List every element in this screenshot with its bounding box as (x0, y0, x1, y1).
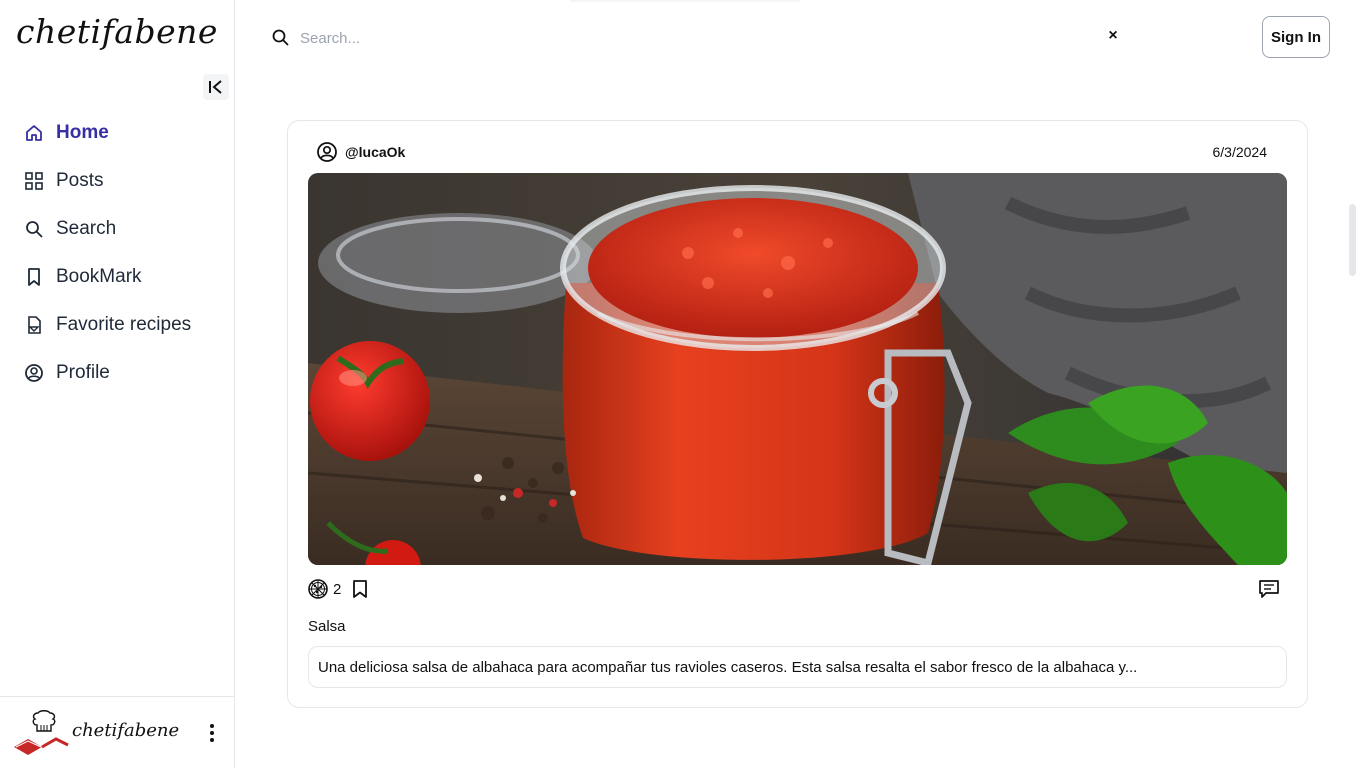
search-icon (271, 28, 291, 48)
search-icon (24, 219, 44, 239)
sidebar-item-home[interactable]: Home (0, 109, 234, 157)
bookmark-icon (24, 267, 44, 287)
post-author[interactable]: @lucaOk (316, 141, 405, 163)
post-title: Salsa (308, 618, 346, 635)
sidebar-item-label: Search (56, 218, 117, 239)
post-actions: 2 (308, 579, 369, 599)
search-input[interactable] (300, 22, 1080, 54)
post-date: 6/3/2024 (1212, 144, 1268, 160)
sign-in-button[interactable]: Sign In (1262, 16, 1330, 58)
home-icon (24, 123, 44, 143)
sidebar-item-label: BookMark (56, 266, 142, 287)
sidebar-item-search[interactable]: Search (0, 205, 234, 253)
comment-icon[interactable] (1258, 578, 1280, 600)
dot-icon (210, 738, 214, 742)
pizza-like-icon[interactable] (308, 579, 328, 599)
clear-search-button[interactable]: × (1104, 27, 1122, 47)
recipe-icon (24, 315, 44, 335)
sidebar-item-label: Favorite recipes (56, 314, 192, 335)
sidebar-item-posts[interactable]: Posts (0, 157, 234, 205)
post-image[interactable] (308, 173, 1287, 565)
user-circle-icon (317, 142, 337, 162)
dot-icon (210, 724, 214, 728)
salsa-jar-image (308, 173, 1287, 565)
scrollbar[interactable] (1349, 204, 1356, 276)
sidebar-item-label: Profile (56, 362, 110, 383)
user-circle-icon (24, 363, 44, 383)
post-card: @lucaOk 6/3/2024 2 Salsa Una deliciosa s… (287, 120, 1308, 708)
footer-brand-name: chetifabene (72, 720, 180, 741)
grid-icon (24, 171, 44, 191)
sidebar-item-favorite-recipes[interactable]: Favorite recipes (0, 301, 234, 349)
collapse-sidebar-button[interactable] (203, 74, 229, 100)
sidebar-item-label: Home (56, 122, 109, 143)
sidebar-item-bookmark[interactable]: BookMark (0, 253, 234, 301)
post-username: @lucaOk (345, 144, 406, 160)
top-shadow (570, 0, 800, 3)
dot-icon (210, 731, 214, 735)
collapse-left-icon (209, 80, 222, 94)
sidebar-item-label: Posts (56, 170, 104, 191)
chef-book-icon (14, 710, 69, 755)
sidebar-nav: Home Posts Search BookMark Favorite reci… (0, 109, 234, 397)
post-description[interactable]: Una deliciosa salsa de albahaca para aco… (308, 646, 1287, 688)
sidebar-footer: chetifabene (0, 696, 234, 768)
sidebar: chetifabene Home Posts Search BookMark F… (0, 0, 235, 768)
bookmark-icon[interactable] (351, 579, 369, 599)
sidebar-item-profile[interactable]: Profile (0, 349, 234, 397)
brand-logo[interactable]: chetifabene (16, 12, 218, 51)
like-count: 2 (333, 580, 342, 598)
more-options-button[interactable] (202, 721, 222, 745)
footer-logo: chetifabene (12, 709, 179, 757)
